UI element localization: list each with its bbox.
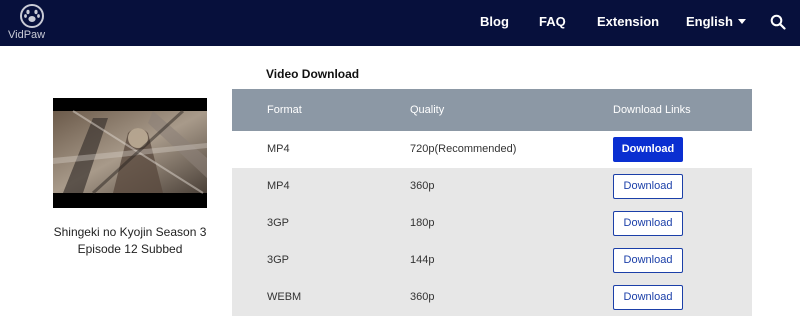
- video-title-line-2: Episode 12 Subbed: [77, 242, 183, 256]
- column-header-quality: Quality: [410, 104, 445, 116]
- language-label: English: [686, 14, 733, 29]
- download-button[interactable]: Download: [613, 285, 683, 310]
- column-header-download-links: Download Links: [613, 104, 691, 116]
- column-header-format: Format: [267, 104, 302, 116]
- language-dropdown[interactable]: English: [686, 0, 746, 46]
- download-button[interactable]: Download: [613, 174, 683, 199]
- download-button[interactable]: Download: [613, 211, 683, 236]
- table-row: WEBM 360p Download: [232, 279, 752, 316]
- logo-text: VidPaw: [8, 29, 46, 41]
- format-cell: WEBM: [267, 291, 302, 303]
- quality-cell: 360p: [410, 291, 435, 303]
- video-title: Shingeki no Kyojin Season 3 Episode 12 S…: [30, 224, 230, 258]
- quality-cell: 360p: [410, 180, 435, 192]
- video-thumbnail[interactable]: [53, 98, 207, 208]
- format-cell: MP4: [267, 180, 290, 192]
- vidpaw-logo[interactable]: VidPaw: [8, 2, 56, 44]
- nav-faq[interactable]: FAQ: [539, 0, 566, 46]
- format-cell: 3GP: [267, 254, 290, 266]
- download-button[interactable]: Download: [613, 248, 683, 273]
- thumbnail-image: [53, 98, 207, 208]
- table-header: Format Quality Download Links: [232, 89, 752, 131]
- table-row: 3GP 144p Download: [232, 242, 752, 279]
- table-row: MP4 360p Download: [232, 168, 752, 205]
- nav-extension[interactable]: Extension: [597, 0, 659, 46]
- video-title-line-1: Shingeki no Kyojin Season 3: [53, 225, 207, 239]
- top-navbar: VidPaw Blog FAQ Extension English: [0, 0, 800, 46]
- download-button[interactable]: Download: [613, 137, 683, 162]
- paw-logo-icon: [20, 4, 44, 28]
- format-cell: 3GP: [267, 217, 290, 229]
- quality-cell: 720p(Recommended): [410, 143, 517, 155]
- download-table: Format Quality Download Links MP4 720p(R…: [232, 89, 752, 316]
- nav-blog[interactable]: Blog: [480, 0, 509, 46]
- table-row: 3GP 180p Download: [232, 205, 752, 242]
- search-icon: [770, 14, 786, 30]
- table-row: MP4 720p(Recommended) Download: [232, 131, 752, 168]
- caret-down-icon: [737, 19, 746, 24]
- format-cell: MP4: [267, 143, 290, 155]
- section-title: Video Download: [266, 67, 360, 81]
- quality-cell: 144p: [410, 254, 435, 266]
- quality-cell: 180p: [410, 217, 435, 229]
- search-button[interactable]: [770, 14, 786, 30]
